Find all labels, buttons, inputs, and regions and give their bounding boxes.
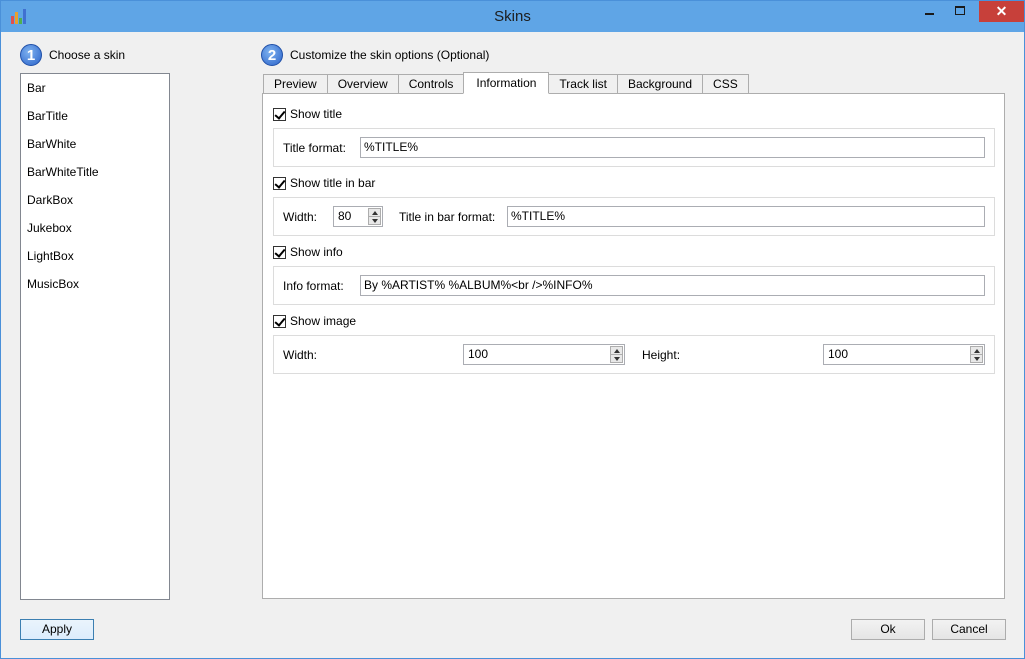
bar-width-stepper[interactable]: 80 [333, 206, 383, 227]
tab-information[interactable]: Information [463, 72, 550, 94]
info-format-label: Info format: [283, 279, 344, 293]
skin-item[interactable]: BarWhiteTitle [21, 158, 169, 186]
minimize-button[interactable] [916, 1, 943, 22]
tab-track-list[interactable]: Track list [548, 74, 618, 94]
step-1-header: 1 Choose a skin [20, 43, 125, 67]
step-2-header: 2 Customize the skin options (Optional) [261, 43, 489, 67]
info-format-group: Info format: By %ARTIST% %ALBUM%<br />%I… [273, 266, 995, 305]
checkmark-icon [273, 314, 286, 328]
show-info-checkbox[interactable]: Show info [273, 244, 343, 260]
close-button[interactable]: ✕ [979, 1, 1024, 22]
title-in-bar-format-input[interactable]: %TITLE% [507, 206, 985, 227]
apply-button[interactable]: Apply [20, 619, 94, 640]
show-image-checkbox[interactable]: Show image [273, 313, 356, 329]
show-info-label: Show info [290, 245, 343, 259]
step-2-label: Customize the skin options (Optional) [290, 48, 490, 62]
options-tabs: Preview Overview Controls Information Tr… [263, 72, 749, 94]
show-title-in-bar-label: Show title in bar [290, 176, 376, 190]
bar-width-label: Width: [283, 210, 318, 224]
close-icon: ✕ [995, 3, 1008, 19]
title-in-bar-group: Width: 80 Title in bar format: %TITLE% [273, 197, 995, 236]
maximize-icon [955, 6, 965, 15]
show-title-label: Show title [290, 107, 343, 121]
title-format-group: Title format: %TITLE% [273, 128, 995, 167]
image-height-value: 100 [828, 347, 849, 361]
image-height-stepper[interactable]: 100 [823, 344, 985, 365]
skin-list[interactable]: Bar BarTitle BarWhite BarWhiteTitle Dark… [20, 73, 170, 600]
skin-item[interactable]: MusicBox [21, 270, 169, 298]
tab-controls[interactable]: Controls [397, 74, 465, 94]
tab-overview[interactable]: Overview [326, 74, 399, 94]
skin-item[interactable]: Bar [21, 74, 169, 102]
show-title-in-bar-checkbox[interactable]: Show title in bar [273, 175, 375, 191]
ok-button[interactable]: Ok [851, 619, 925, 640]
title-in-bar-format-label: Title in bar format: [399, 210, 496, 224]
spin-arrows-icon[interactable] [368, 208, 381, 225]
title-bar[interactable]: Skins ✕ [1, 1, 1024, 32]
image-height-label: Height: [642, 348, 681, 362]
image-size-group: Width: 100 Height: 100 [273, 335, 995, 374]
checkmark-icon [273, 176, 286, 190]
skin-item[interactable]: DarkBox [21, 186, 169, 214]
minimize-icon [925, 13, 934, 15]
tab-background[interactable]: Background [616, 74, 704, 94]
spin-arrows-icon[interactable] [970, 346, 983, 363]
bar-width-value: 80 [338, 209, 352, 223]
checkmark-icon [273, 245, 286, 259]
image-width-label: Width: [283, 348, 318, 362]
skin-item[interactable]: BarWhite [21, 130, 169, 158]
info-format-input[interactable]: By %ARTIST% %ALBUM%<br />%INFO% [360, 275, 985, 296]
window-title: Skins [494, 8, 531, 25]
skin-item[interactable]: LightBox [21, 242, 169, 270]
show-title-checkbox[interactable]: Show title [273, 106, 342, 122]
skins-window: Skins ✕ 1 Choose a skin 2 Customize the … [0, 0, 1025, 659]
image-width-stepper[interactable]: 100 [463, 344, 625, 365]
checkmark-icon [273, 107, 286, 121]
information-panel: Show title Title format: %TITLE% Show ti… [262, 93, 1005, 599]
step-2-number: 2 [261, 44, 283, 66]
skin-item[interactable]: BarTitle [21, 102, 169, 130]
tab-preview[interactable]: Preview [263, 74, 328, 94]
step-1-number: 1 [20, 44, 42, 66]
title-format-input[interactable]: %TITLE% [360, 137, 985, 158]
show-image-label: Show image [290, 314, 357, 328]
cancel-button[interactable]: Cancel [932, 619, 1006, 640]
maximize-button[interactable] [946, 1, 973, 22]
spin-arrows-icon[interactable] [610, 346, 623, 363]
skin-item[interactable]: Jukebox [21, 214, 169, 242]
step-1-label: Choose a skin [49, 48, 126, 62]
title-format-label: Title format: [283, 141, 346, 155]
tab-css[interactable]: CSS [702, 74, 749, 94]
image-width-value: 100 [468, 347, 489, 361]
